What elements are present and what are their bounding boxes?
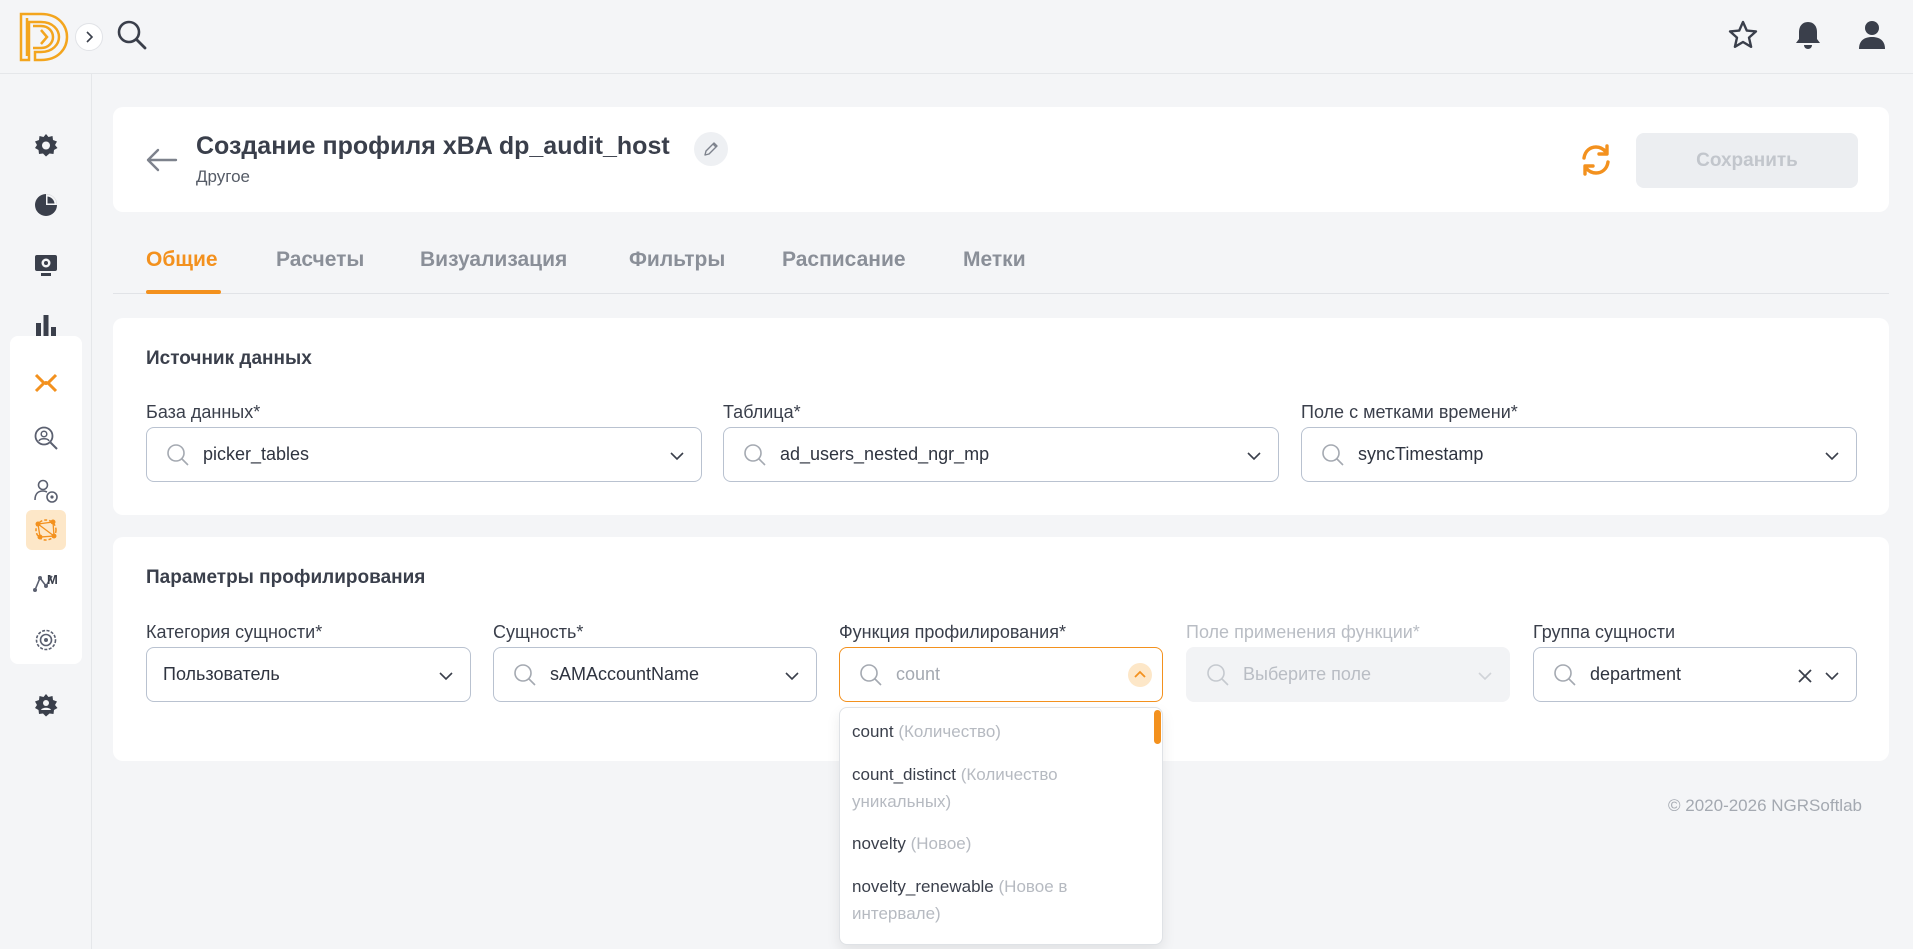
entity-category-label: Категория сущности* bbox=[146, 622, 323, 642]
search-icon bbox=[860, 664, 882, 686]
tab-filters[interactable]: Фильтры bbox=[629, 248, 725, 272]
user-settings-icon[interactable] bbox=[26, 471, 66, 511]
user-search-icon[interactable] bbox=[26, 418, 66, 458]
network-icon[interactable] bbox=[26, 510, 66, 550]
star-icon[interactable] bbox=[1726, 18, 1760, 52]
dropdown-option-novelty[interactable]: novelty (Новое) bbox=[852, 830, 1142, 857]
chevron-up-icon[interactable] bbox=[1128, 663, 1152, 687]
entity-category-value: Пользователь bbox=[163, 664, 280, 684]
option-name: count bbox=[852, 722, 894, 741]
function-input[interactable]: count bbox=[896, 664, 940, 685]
chevron-right-icon bbox=[86, 31, 94, 43]
dropdown-option-novelty-renewable[interactable]: novelty_renewable (Новое в интервале) bbox=[852, 873, 1142, 927]
dropdown-option-count-distinct[interactable]: count_distinct (Количество уникальных) bbox=[852, 761, 1142, 815]
tab-calculations[interactable]: Расчеты bbox=[276, 248, 364, 272]
apply-field-select: Выберите поле bbox=[1186, 647, 1510, 702]
refresh-icon[interactable] bbox=[1577, 141, 1615, 179]
table-value: ad_users_nested_ngr_mp bbox=[780, 444, 990, 464]
function-dropdown: count (Количество) count_distinct (Колич… bbox=[839, 707, 1163, 945]
edit-title-button[interactable] bbox=[694, 132, 728, 166]
clear-icon[interactable] bbox=[1796, 667, 1814, 685]
function-label: Функция профилирования* bbox=[839, 622, 1066, 642]
tab-schedule[interactable]: Расписание bbox=[782, 248, 906, 272]
option-name: novelty_renewable bbox=[852, 877, 994, 896]
search-icon bbox=[1322, 444, 1344, 466]
dropdown-scrollbar[interactable] bbox=[1154, 710, 1161, 744]
profiling-title: Параметры профилирования bbox=[146, 567, 426, 588]
top-bar bbox=[0, 0, 1913, 74]
database-select[interactable]: picker_tables bbox=[146, 427, 702, 482]
chevron-down-icon bbox=[439, 672, 453, 681]
search-icon bbox=[1207, 664, 1229, 686]
database-label: База данных* bbox=[146, 402, 261, 422]
data-source-section: Источник данных База данных* picker_tabl… bbox=[113, 318, 1889, 515]
chevron-down-icon bbox=[1247, 452, 1261, 461]
option-hint: (Количество) bbox=[898, 722, 1001, 741]
chevron-down-icon bbox=[1825, 452, 1839, 461]
dropdown-option-count[interactable]: count (Количество) bbox=[852, 718, 1142, 745]
data-source-title: Источник данных bbox=[146, 348, 312, 369]
page-subtitle: Другое bbox=[196, 167, 251, 186]
page-header: Создание профиля xBA dp_audit_host Друго… bbox=[113, 107, 1889, 212]
search-icon bbox=[514, 664, 536, 686]
gear-icon[interactable] bbox=[26, 620, 66, 660]
tab-visualization[interactable]: Визуализация bbox=[420, 248, 567, 272]
pie-chart-icon[interactable] bbox=[26, 185, 66, 225]
search-icon bbox=[744, 444, 766, 466]
tabs: Общие Расчеты Визуализация Фильтры Распи… bbox=[113, 232, 1889, 294]
entity-label: Сущность* bbox=[493, 622, 584, 642]
search-icon[interactable] bbox=[116, 19, 148, 51]
table-select[interactable]: ad_users_nested_ngr_mp bbox=[723, 427, 1279, 482]
pencil-icon bbox=[704, 142, 718, 156]
svg-text:M: M bbox=[47, 572, 58, 587]
left-navigation: M bbox=[0, 74, 92, 949]
tab-general[interactable]: Общие bbox=[146, 248, 218, 272]
sidebar-expand-button[interactable] bbox=[75, 23, 103, 51]
tab-tags[interactable]: Метки bbox=[963, 248, 1026, 272]
app-logo-icon[interactable] bbox=[19, 10, 71, 64]
apply-field-placeholder: Выберите поле bbox=[1243, 664, 1372, 684]
bell-icon[interactable] bbox=[1791, 18, 1825, 52]
chevron-down-icon bbox=[1825, 672, 1839, 681]
copyright: © 2020-2026 NGRSoftlab bbox=[1668, 796, 1862, 815]
search-icon bbox=[1554, 664, 1576, 686]
active-tab-indicator bbox=[146, 290, 221, 294]
table-label: Таблица* bbox=[723, 402, 801, 422]
ml-icon[interactable]: M bbox=[26, 564, 66, 604]
entity-group-label: Группа сущности bbox=[1533, 622, 1676, 642]
page-title: Создание профиля xBA dp_audit_host bbox=[196, 132, 670, 160]
user-icon[interactable] bbox=[1855, 18, 1889, 52]
search-icon bbox=[167, 444, 189, 466]
database-value: picker_tables bbox=[203, 444, 310, 464]
apply-field-label: Поле применения функции* bbox=[1186, 622, 1420, 642]
option-name: novelty bbox=[852, 834, 906, 853]
back-arrow-icon[interactable] bbox=[144, 145, 180, 175]
settings-icon[interactable] bbox=[26, 126, 66, 166]
admin-icon[interactable] bbox=[26, 685, 66, 725]
xba-icon[interactable] bbox=[26, 364, 66, 404]
timestamp-value: syncTimestamp bbox=[1358, 444, 1484, 464]
entity-group-select[interactable]: department bbox=[1533, 647, 1857, 702]
entity-select[interactable]: sAMAccountName bbox=[493, 647, 817, 702]
monitor-icon[interactable] bbox=[26, 245, 66, 285]
chevron-down-icon bbox=[670, 452, 684, 461]
chevron-down-icon bbox=[1478, 672, 1492, 681]
entity-value: sAMAccountName bbox=[550, 664, 700, 684]
entity-group-value: department bbox=[1590, 664, 1682, 684]
entity-category-select[interactable]: Пользователь bbox=[146, 647, 471, 702]
timestamp-label: Поле с метками времени* bbox=[1301, 402, 1518, 422]
save-button[interactable]: Сохранить bbox=[1636, 133, 1858, 188]
chevron-down-icon bbox=[785, 672, 799, 681]
option-name: count_distinct bbox=[852, 765, 956, 784]
function-select[interactable]: count bbox=[839, 647, 1163, 702]
timestamp-select[interactable]: syncTimestamp bbox=[1301, 427, 1857, 482]
option-hint: (Новое) bbox=[910, 834, 972, 853]
